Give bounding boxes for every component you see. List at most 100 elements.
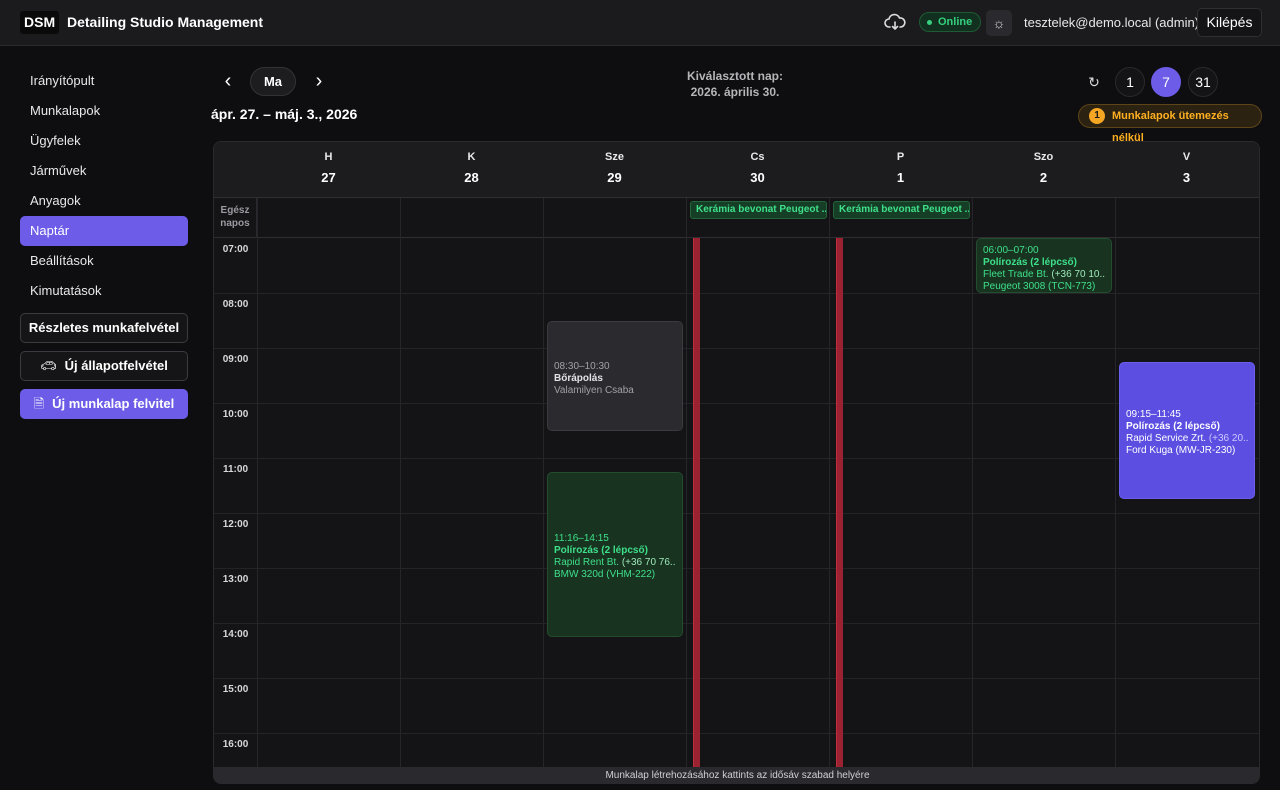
day-header[interactable]: Cs 30 xyxy=(686,142,829,198)
day-date: 27 xyxy=(321,170,336,185)
day-date: 28 xyxy=(464,170,479,185)
event-customer-name: Rapid Service Zrt. xyxy=(1126,433,1207,444)
app-logo[interactable]: DSM xyxy=(20,11,60,34)
sidebar-item-reports[interactable]: Kimutatások xyxy=(20,276,188,306)
hour-label: 07:00 xyxy=(222,244,249,255)
detailed-intake-button[interactable]: Részletes munkafelvétel xyxy=(20,313,188,343)
detailed-intake-label: Részletes munkafelvétel xyxy=(28,320,180,335)
event-time: 06:00–07:00 xyxy=(983,245,1039,256)
day-date: 1 xyxy=(896,170,905,185)
day-header[interactable]: V3 xyxy=(1115,142,1258,198)
event-phone: (+36 70 76... xyxy=(621,557,676,568)
hour-line xyxy=(214,568,1259,569)
event-customer-name: Rapid Rent Bt. xyxy=(554,557,620,568)
hour-line xyxy=(214,458,1259,459)
sidebar-item-dashboard[interactable]: Irányítópult xyxy=(20,66,188,96)
all-day-label: Egész napos xyxy=(214,198,257,238)
sidebar-item-vehicles[interactable]: Járművek xyxy=(20,156,188,186)
new-condition-label: Új állapotfelvétel xyxy=(64,358,168,373)
theme-toggle-button[interactable]: ☼ xyxy=(986,10,1012,36)
hour-label: 14:00 xyxy=(222,629,249,640)
day-name: H xyxy=(324,151,333,163)
document-icon: 🗎 xyxy=(33,396,45,411)
all-day-event[interactable]: Kerámia bevonat Peugeot ... xyxy=(690,201,827,219)
day-date: 2 xyxy=(1039,170,1048,185)
date-range: ápr. 27. – máj. 3., 2026 xyxy=(211,106,358,122)
hour-label: 11:00 xyxy=(222,464,249,475)
top-bar: DSM Detailing Studio Management Online ☼… xyxy=(0,0,1280,46)
sidebar-item-materials[interactable]: Anyagok xyxy=(20,186,188,216)
day-header[interactable]: K 28 xyxy=(400,142,543,198)
hour-label: 13:00 xyxy=(222,574,249,585)
refresh-button[interactable]: ↻ xyxy=(1082,70,1106,94)
day-name: Cs xyxy=(750,151,765,163)
sidebar-item-calendar[interactable]: Naptár xyxy=(20,216,188,246)
chevron-left-icon: ‹ xyxy=(224,70,232,92)
event-customer: Valamilyen Csaba xyxy=(554,385,634,396)
all-day-label-line: Egész xyxy=(220,205,250,216)
day-date: 29 xyxy=(607,170,622,185)
new-worksheet-button[interactable]: 🗎 Új munkalap felvitel xyxy=(20,389,188,419)
chevron-right-icon: › xyxy=(315,70,323,92)
event-customer: Rapid Rent Bt. (+36 70 76... xyxy=(554,557,676,569)
new-condition-button[interactable]: 🚗︎ Új állapotfelvétel xyxy=(20,351,188,381)
time-grid[interactable]: 07:00 08:00 09:00 10:00 11:00 12:00 13:0… xyxy=(214,238,1259,767)
sidebar-item-worksheets[interactable]: Munkalapok xyxy=(20,96,188,126)
unscheduled-count: 1 xyxy=(1089,108,1105,124)
logout-button[interactable]: Kilépés xyxy=(1197,8,1262,37)
selected-day-label: Kiválasztott nap: xyxy=(686,69,783,83)
event-customer: Fleet Trade Bt. (+36 70 10... xyxy=(983,269,1105,281)
selected-day: Kiválasztott nap: 2026. április 30. xyxy=(620,68,850,100)
all-day-event[interactable]: Kerámia bevonat Peugeot ... xyxy=(833,201,970,219)
hour-line xyxy=(214,623,1259,624)
hour-label: 08:00 xyxy=(222,299,249,310)
calendar-event[interactable]: 06:00–07:00 Polírozás (2 lépcső) Fleet T… xyxy=(976,238,1112,293)
sidebar-item-customers[interactable]: Ügyfelek xyxy=(20,126,188,156)
event-phone: (+36 70 10... xyxy=(1051,269,1105,280)
unscheduled-label: Munkalapok ütemezés nélkül xyxy=(1112,110,1229,144)
view-7-day-button[interactable]: 7 xyxy=(1151,67,1181,97)
online-status-badge: Online xyxy=(919,12,982,32)
hour-label: 15:00 xyxy=(222,684,249,695)
multi-day-block-bar[interactable] xyxy=(693,238,700,767)
today-button[interactable]: Ma xyxy=(250,67,296,96)
cloud-sync-icon[interactable] xyxy=(884,12,906,32)
hour-label: 10:00 xyxy=(222,409,249,420)
calendar-event[interactable]: 11:16–14:15 Polírozás (2 lépcső) Rapid R… xyxy=(547,472,683,637)
hour-line xyxy=(214,678,1259,679)
next-week-button[interactable]: › xyxy=(309,67,329,95)
hour-line xyxy=(214,403,1259,404)
sidebar: Irányítópult Munkalapok Ügyfelek Járműve… xyxy=(20,66,188,419)
event-time: 11:16–14:15 xyxy=(554,533,609,544)
event-title: Bőrápolás xyxy=(554,373,603,384)
day-header[interactable]: H 27 xyxy=(257,142,400,198)
sun-icon: ☼ xyxy=(992,15,1006,31)
sidebar-item-settings[interactable]: Beállítások xyxy=(20,246,188,276)
day-header[interactable]: Szo 2 xyxy=(972,142,1115,198)
day-header[interactable]: P1 xyxy=(829,142,972,198)
event-customer-name: Fleet Trade Bt. xyxy=(983,269,1049,280)
day-name: Sze xyxy=(605,151,624,163)
prev-week-button[interactable]: ‹ xyxy=(218,67,238,95)
car-icon: 🚗︎ xyxy=(40,358,57,373)
app-title: Detailing Studio Management xyxy=(67,14,264,30)
event-customer: Rapid Service Zrt. (+36 20... xyxy=(1126,433,1248,445)
view-31-day-button[interactable]: 31 xyxy=(1188,67,1218,97)
calendar-event[interactable]: 08:30–10:30 Bőrápolás Valamilyen Csaba xyxy=(547,321,683,431)
event-title: Polírozás (2 lépcső) xyxy=(983,257,1077,268)
hour-line xyxy=(214,293,1259,294)
event-vehicle: Ford Kuga (MW-JR-230) xyxy=(1126,445,1236,456)
week-calendar: H 27 K 28 Sze 29 Cs 30 P1 Szo 2 V3 Egész napos… xyxy=(213,141,1260,784)
multi-day-block-bar[interactable] xyxy=(836,238,843,767)
day-date: 30 xyxy=(750,170,765,185)
hour-label: 09:00 xyxy=(222,354,249,365)
day-header[interactable]: Sze 29 xyxy=(543,142,686,198)
refresh-icon: ↻ xyxy=(1088,74,1100,90)
unscheduled-worksheets-badge[interactable]: 1 Munkalapok ütemezés nélkül xyxy=(1078,104,1262,144)
event-vehicle: BMW 320d (VHM-222) xyxy=(554,569,656,580)
calendar-event[interactable]: 09:15–11:45 Polírozás (2 lépcső) Rapid S… xyxy=(1119,362,1255,499)
day-date: 3 xyxy=(1182,170,1191,185)
calendar-header: H 27 K 28 Sze 29 Cs 30 P1 Szo 2 V3 xyxy=(214,142,1259,198)
view-1-day-button[interactable]: 1 xyxy=(1115,67,1145,97)
new-worksheet-label: Új munkalap felvitel xyxy=(52,396,175,411)
